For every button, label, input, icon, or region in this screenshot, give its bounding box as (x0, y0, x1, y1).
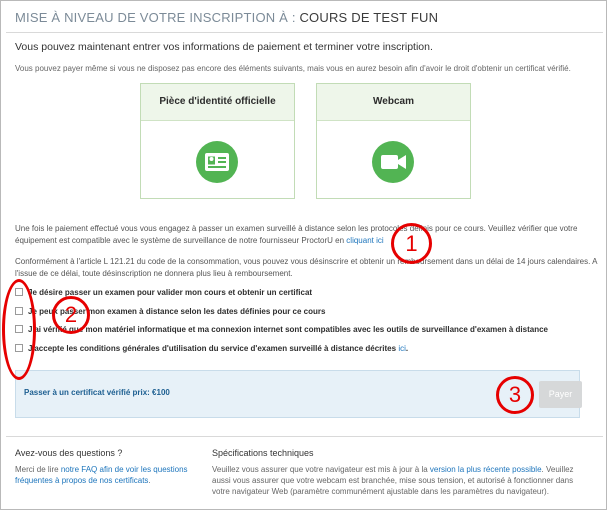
page-frame: MISE À NIVEAU DE VOTRE INSCRIPTION À : C… (0, 0, 607, 510)
course-name: COURS DE TEST FUN (299, 10, 439, 25)
id-card-icon (196, 141, 238, 183)
page-title-prefix: MISE À NIVEAU DE VOTRE INSCRIPTION À : (15, 10, 296, 25)
header-divider (6, 32, 603, 33)
tech-specs-section: Spécifications techniques Veuillez vous … (212, 448, 592, 497)
tech-specs-text: Veuillez vous assurer que votre navigate… (212, 465, 428, 474)
checkbox-row[interactable]: Je désire passer un examen pour valider … (15, 288, 312, 297)
checkbox-row[interactable]: J'accepte les conditions générales d'uti… (15, 344, 408, 353)
intro-text: Vous pouvez maintenant entrer vos inform… (15, 41, 433, 53)
tech-specs-title: Spécifications techniques (212, 448, 314, 458)
annotation-circle-1: 1 (391, 223, 432, 264)
browser-version-link[interactable]: version la plus récente possible (430, 465, 542, 474)
requirement-card-title: Pièce d'identité officielle (141, 84, 294, 121)
requirement-card-title: Webcam (317, 84, 470, 121)
annotation-oval-checkboxes (2, 279, 36, 380)
proctoring-info: Une fois le paiement effectué vous vous … (15, 223, 605, 246)
proctoru-check-link[interactable]: cliquant ici (346, 236, 383, 245)
faq-text-end: . (148, 476, 151, 485)
terms-link[interactable]: ici (398, 344, 406, 353)
checkbox-row[interactable]: J'ai vérifié que mon matériel informatiq… (15, 325, 548, 334)
checkbox-label: J'ai vérifié que mon matériel informatiq… (28, 325, 548, 334)
checkbox-label: J'accepte les conditions générales d'uti… (28, 344, 397, 353)
annotation-circle-2: 2 (52, 296, 90, 334)
footer-divider (6, 436, 603, 437)
faq-text: Merci de lire (15, 465, 59, 474)
refund-info: Conformément à l'article L 121.21 du cod… (15, 257, 598, 278)
requirements-note: Vous pouvez payer même si vous ne dispos… (15, 64, 571, 73)
faq-title: Avez-vous des questions ? (15, 448, 123, 458)
page-title: MISE À NIVEAU DE VOTRE INSCRIPTION À : C… (15, 10, 438, 25)
annotation-circle-3: 3 (496, 376, 534, 414)
requirement-card-id: Pièce d'identité officielle (140, 83, 295, 199)
pay-button[interactable]: Payer (539, 381, 582, 408)
proctoring-info-text: Une fois le paiement effectué vous vous … (15, 224, 578, 245)
requirement-card-webcam: Webcam (316, 83, 471, 199)
faq-section: Avez-vous des questions ? Merci de lire … (15, 448, 195, 486)
video-camera-icon (372, 141, 414, 183)
certificate-price-label: Passer à un certificat vérifié prix: €10… (24, 388, 170, 397)
